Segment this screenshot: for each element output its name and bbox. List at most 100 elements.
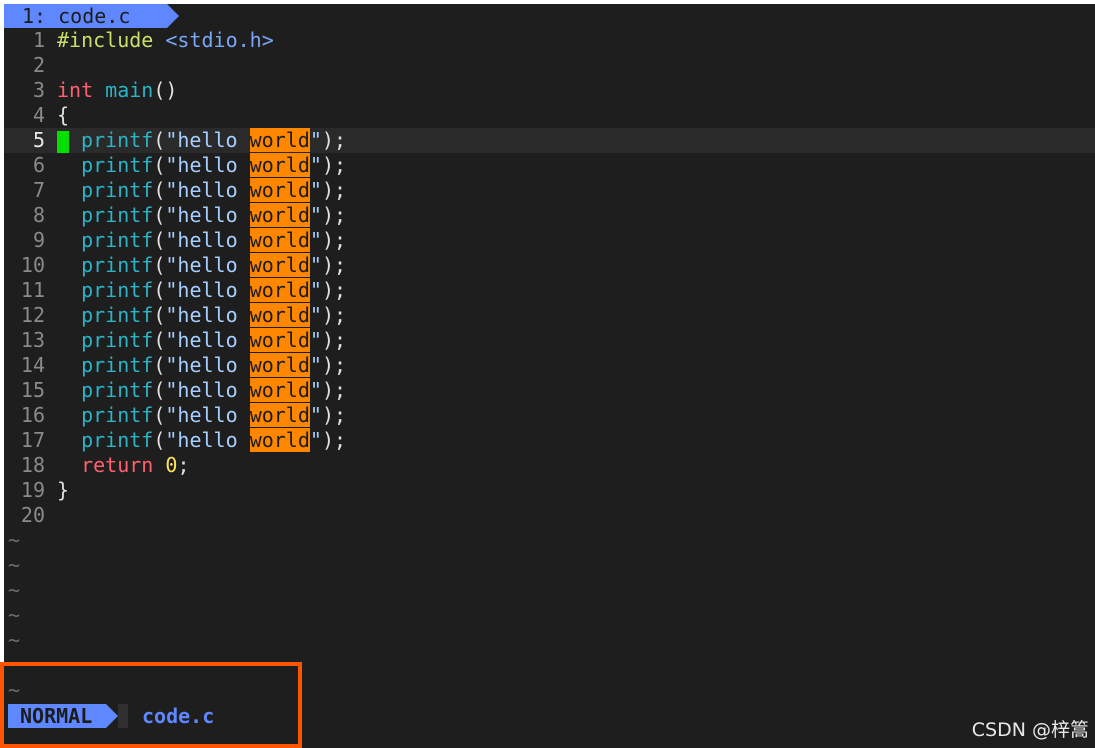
code-token: "hello [165, 428, 250, 452]
line-number: 4 [32, 103, 45, 127]
line-number: 5 [32, 128, 45, 152]
code-token: world [249, 278, 310, 302]
line-number: 12 [20, 303, 45, 327]
code-token: world [249, 128, 310, 152]
code-token: #include [57, 28, 166, 52]
code-line[interactable]: 5 printf("hello world"); [4, 128, 1095, 153]
code-line[interactable]: 19} [4, 478, 1095, 503]
line-code: int main() [57, 78, 177, 103]
code-token: "hello [165, 153, 250, 177]
code-token: world [249, 378, 310, 402]
line-number: 18 [20, 453, 45, 477]
code-token: ( [153, 378, 166, 402]
code-token: ); [321, 428, 347, 452]
line-code: printf("hello world"); [57, 278, 346, 303]
code-line[interactable]: 1 #include <stdio.h> [4, 28, 1095, 53]
code-token: world [249, 228, 310, 252]
code-token: ); [321, 228, 347, 252]
code-token: world [249, 303, 310, 327]
code-token: " [309, 303, 322, 327]
code-token: "hello [165, 403, 250, 427]
code-token: ); [321, 178, 347, 202]
code-token: "hello [165, 303, 250, 327]
code-token: world [249, 253, 310, 277]
code-line[interactable]: 12 printf("hello world"); [4, 303, 1095, 328]
code-line[interactable]: 4{ [4, 103, 1095, 128]
code-line[interactable]: 18 return 0; [4, 453, 1095, 478]
line-code: printf("hello world"); [57, 153, 346, 178]
line-number: 6 [32, 153, 45, 177]
watermark: CSDN @梓篙 [971, 719, 1089, 741]
code-line[interactable]: 6 printf("hello world"); [4, 153, 1095, 178]
vim-terminal[interactable]: 1: code.c 1 #include <stdio.h> 2 3 int main(… [4, 4, 1095, 748]
code-token: ( [153, 203, 166, 227]
code-token: " [309, 228, 322, 252]
line-code: printf("hello world"); [57, 428, 346, 453]
code-token: printf [81, 328, 154, 352]
tilde-marker: ~ [8, 553, 21, 577]
code-line[interactable]: 11 printf("hello world"); [4, 278, 1095, 303]
empty-line: ~ [4, 553, 1095, 578]
code-token: printf [81, 403, 154, 427]
code-token: ); [321, 353, 347, 377]
code-token: ( [153, 153, 166, 177]
line-number: 16 [20, 403, 45, 427]
code-line[interactable]: 10 printf("hello world"); [4, 253, 1095, 278]
code-token: " [309, 203, 322, 227]
code-line[interactable]: 8 printf("hello world"); [4, 203, 1095, 228]
line-code: printf("hello world"); [57, 303, 346, 328]
code-line[interactable]: 17 printf("hello world"); [4, 428, 1095, 453]
code-token: ); [321, 128, 346, 152]
editor-buffer[interactable]: 1 #include <stdio.h> 2 3 int main() 4{5 print… [4, 28, 1095, 703]
code-line[interactable]: 14 printf("hello world"); [4, 353, 1095, 378]
code-line[interactable]: 9 printf("hello world"); [4, 228, 1095, 253]
code-line[interactable]: 13 printf("hello world"); [4, 328, 1095, 353]
tilde-marker: ~ [8, 528, 21, 552]
code-line[interactable]: 3 int main() [4, 78, 1095, 103]
line-code: printf("hello world"); [57, 378, 346, 403]
code-line[interactable]: 7 printf("hello world"); [4, 178, 1095, 203]
code-token: " [309, 253, 322, 277]
code-token: "hello [165, 278, 250, 302]
code-token: <stdio.h> [165, 28, 274, 52]
code-token: ); [321, 378, 347, 402]
line-number: 1 [32, 28, 45, 52]
code-token: printf [81, 303, 154, 327]
code-line[interactable]: 2 [4, 53, 1095, 78]
empty-line: ~ [4, 528, 1095, 553]
code-token: ); [321, 328, 347, 352]
code-token: ( [153, 353, 166, 377]
code-token: " [309, 153, 322, 177]
code-token: main [105, 78, 154, 102]
code-line[interactable]: 16 printf("hello world"); [4, 403, 1095, 428]
text-cursor [57, 130, 69, 153]
tab-code-c[interactable]: 1: code.c [4, 4, 167, 28]
line-number: 13 [20, 328, 45, 352]
code-token: ( [153, 278, 166, 302]
code-line[interactable]: 15 printf("hello world"); [4, 378, 1095, 403]
code-line[interactable]: 20 [4, 503, 1095, 528]
line-number: 15 [20, 378, 45, 402]
line-number: 8 [32, 203, 45, 227]
code-token: "hello [165, 178, 250, 202]
line-number: 3 [32, 78, 45, 102]
code-token: ); [321, 278, 347, 302]
line-number: 17 [20, 428, 45, 452]
code-token: world [249, 353, 310, 377]
code-token: printf [81, 203, 154, 227]
code-token: ( [153, 178, 166, 202]
line-code: printf("hello world"); [57, 178, 346, 203]
code-token: " [309, 278, 322, 302]
code-token: "hello [165, 328, 250, 352]
line-number: 20 [20, 503, 45, 527]
code-token: ( [153, 228, 166, 252]
code-token: world [249, 328, 310, 352]
